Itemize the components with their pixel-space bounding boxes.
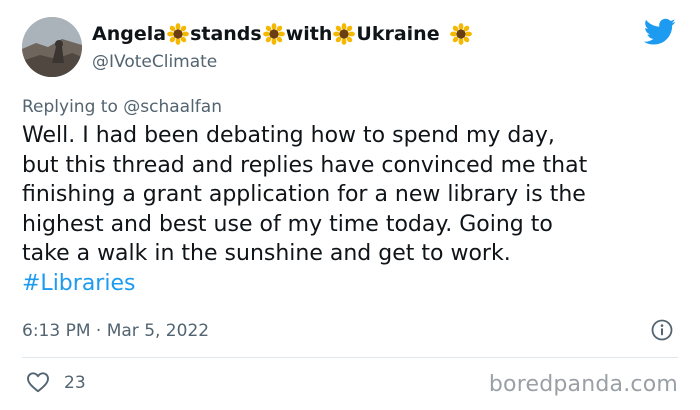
- sunflower-icon: [167, 23, 189, 45]
- tweet-timestamp[interactable]: 6:13 PM · Mar 5, 2022: [22, 320, 209, 342]
- twitter-bird-icon[interactable]: [644, 18, 676, 46]
- display-name-part: Ukraine: [356, 23, 440, 45]
- sunflower-icon: [333, 23, 356, 45]
- sunflower-icon: [449, 23, 472, 45]
- tweet-text-line: finishing a grant application for a new …: [22, 182, 586, 207]
- user-handle[interactable]: @IVoteClimate: [92, 51, 217, 73]
- watermark: boredpanda.com: [488, 372, 678, 397]
- replying-to-mention[interactable]: @schaalfan: [123, 97, 222, 117]
- display-name-part: with: [285, 23, 333, 45]
- sunflower-icon: [262, 23, 285, 45]
- tweet-text-line: highest and best use of my time today. G…: [22, 211, 553, 237]
- tweet-text-line: but this thread and replies have convinc…: [22, 152, 588, 178]
- tweet-text-line: take a walk in the sunshine and get to w…: [22, 241, 511, 266]
- display-name-part: stands: [190, 23, 262, 45]
- like-count: 23: [64, 373, 86, 393]
- display-name[interactable]: Angela stands with Ukraine: [92, 22, 473, 46]
- avatar[interactable]: [22, 17, 82, 77]
- info-icon[interactable]: [650, 318, 674, 342]
- tweet-text-line: Well. I had been debating how to spend m…: [22, 123, 555, 148]
- display-name-part: Angela: [92, 23, 167, 45]
- tweet-text: Well. I had been debating how to spend m…: [22, 121, 692, 298]
- replying-to-label: Replying to: [22, 97, 118, 117]
- heart-icon[interactable]: [26, 371, 50, 393]
- hashtag-link[interactable]: #Libraries: [22, 269, 692, 299]
- replying-to: Replying to @schaalfan: [22, 96, 222, 118]
- divider: [22, 357, 678, 358]
